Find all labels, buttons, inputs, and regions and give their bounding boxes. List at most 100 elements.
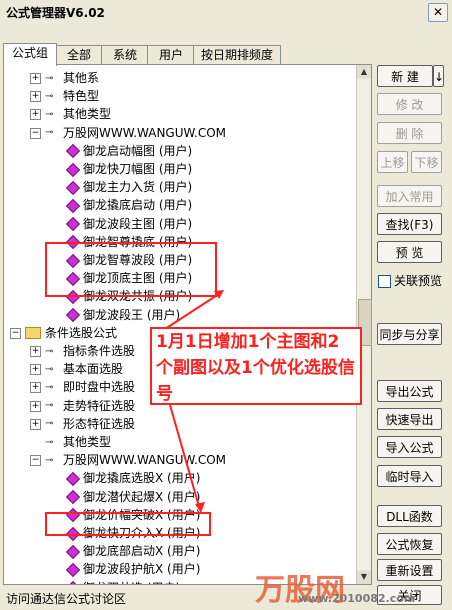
tree-formula-item[interactable]: 御龙双共选 (用户) [65,579,180,584]
tree-formula-item[interactable]: 御龙启动幅图 (用户) [65,142,192,160]
expand-icon[interactable]: + [30,73,41,84]
import-formula-button[interactable]: 导入公式 [377,436,442,458]
collapse-icon[interactable]: − [30,455,41,467]
expand-icon[interactable]: + [30,364,41,376]
tree-category[interactable]: + ⊸ 其他系 [30,69,99,87]
edit-button[interactable]: 修 改 [377,93,442,115]
linked-preview-label: 关联预览 [394,274,443,288]
scroll-up-icon[interactable]: ▲ [357,65,371,79]
tab-system[interactable]: 系统 [101,45,149,65]
folder-icon [25,327,41,340]
temp-import-button[interactable]: 临时导入 [377,465,442,487]
tree-category[interactable]: + ⊸ 特色型 [30,87,99,105]
expand-icon[interactable]: + [30,91,41,103]
category-key-icon: ⊸ [45,418,54,430]
forum-link[interactable]: 访问通达信公式讨论区 [6,590,126,607]
tree-scrollbar[interactable]: ▲ ▼ [356,65,372,584]
formula-icon [65,562,81,577]
sync-share-button[interactable]: 同步与分享 [377,323,442,345]
tree-node-label: 御龙波段主图 (用户) [83,216,193,231]
tree-node-label: 其他类型 [63,107,112,122]
tree-category[interactable]: + ⊸ 走势特征选股 [30,397,135,415]
tree-formula-item[interactable]: 御龙潜伏起爆X (用户) [65,488,200,506]
window-title: 公式管理器V6.02 [6,6,105,20]
tree-node-label: 特色型 [63,89,100,104]
tree-node-label: 万股网WWW.WANGUW.COM [63,125,226,140]
expand-icon[interactable]: + [30,109,41,121]
formula-icon [65,581,81,584]
tree-formula-item[interactable]: 御龙波段护航X (用户) [65,560,200,578]
delete-button[interactable]: 删 除 [377,122,442,144]
tree-category[interactable]: + ⊸ 即时盘中选股 [30,378,135,396]
category-key-icon: ⊸ [45,454,54,466]
close-icon[interactable]: ✕ [428,3,448,22]
collapse-icon[interactable]: − [30,127,41,139]
new-button[interactable]: 新 建 [377,65,433,87]
tree-node-label: 御龙波段王 (用户) [83,307,181,322]
tree-node-label: 形态特征选股 [63,416,136,431]
category-key-icon: ⊸ [45,400,54,412]
highlight-new-screener [45,512,211,536]
tree-formula-item[interactable]: 御龙撬底选股X (用户) [65,469,201,487]
expand-icon[interactable]: + [30,382,41,394]
dll-function-button[interactable]: DLL函数 [377,505,442,527]
tree-node-label: 御龙主力入货 (用户) [83,180,193,195]
tree-category[interactable]: + ⊸ 其他类型 [30,105,111,123]
tree-node-label: 御龙撬底启动 (用户) [83,198,193,213]
category-key-icon: ⊸ [45,436,54,448]
expand-icon[interactable]: + [30,400,41,412]
scroll-down-icon[interactable]: ▼ [357,570,371,584]
tree-category[interactable]: + ⊸ 基本面选股 [30,360,123,378]
tree-formula-item[interactable]: 御龙底部启动X (用户) [65,542,200,560]
tree-formula-item[interactable]: 御龙主力入货 (用户) [65,178,193,196]
tree-node-label: 即时盘中选股 [63,380,136,395]
tree-formula-item[interactable]: 御龙波段王 (用户) [65,306,181,324]
close-button[interactable]: 关闭 [377,585,442,605]
expand-icon[interactable]: + [30,418,41,430]
tree-formula-item[interactable]: 御龙波段主图 (用户) [65,215,193,233]
tab-by-date-frequency[interactable]: 按日期排频度 [193,45,281,65]
restore-formula-button[interactable]: 公式恢复 [377,533,442,555]
tree-category[interactable]: + ⊸ 指标条件选股 [30,342,135,360]
tree-category[interactable]: − ⊸ 万股网WWW.WANGUW.COM [30,124,226,142]
formula-icon [65,471,81,486]
linked-preview-checkbox[interactable]: 关联预览 [378,272,442,289]
category-key-icon: ⊸ [45,363,54,375]
formula-tree[interactable]: + ⊸ 其他系 + ⊸ 特色型 + ⊸ 其他类型 − ⊸ 万股网WWW.WANGUW.COM 御龙启动幅… [4,65,356,584]
collapse-icon[interactable]: − [10,327,21,339]
formula-icon [65,162,81,177]
tree-formula-item[interactable]: 御龙撬底启动 (用户) [65,196,193,214]
tree-category[interactable]: − ⊸ 万股网WWW.WANGUW.COM [30,451,226,469]
tab-user[interactable]: 用户 [147,45,195,65]
formula-icon [65,180,81,195]
formula-tree-panel: + ⊸ 其他系 + ⊸ 特色型 + ⊸ 其他类型 − ⊸ 万股网WWW.WANGUW.COM 御龙启动幅… [3,64,372,585]
reset-button[interactable]: 重新设置 [377,559,442,581]
category-key-icon: ⊸ [45,345,54,357]
tree-category[interactable]: ⊸ 其他类型 [30,433,111,451]
tree-category[interactable]: + ⊸ 形态特征选股 [30,415,135,433]
highlight-new-charts [45,242,217,297]
tree-formula-item[interactable]: 御龙快刀幅图 (用户) [65,160,192,178]
new-dropdown-icon[interactable]: ↓ [433,65,444,87]
add-common-button[interactable]: 加入常用 [377,185,442,207]
preview-button[interactable]: 预 览 [377,241,442,263]
export-formula-button[interactable]: 导出公式 [377,380,442,402]
expand-icon[interactable]: + [30,346,41,357]
tree-node-label: 指标条件选股 [63,344,136,358]
move-up-button[interactable]: 上移 [377,151,408,173]
category-key-icon: ⊸ [45,381,54,393]
tree-node-label: 其他系 [63,71,100,85]
tab-all[interactable]: 全部 [55,45,103,65]
tree-folder[interactable]: − 条件选股公式 [10,324,117,342]
category-key-icon: ⊸ [45,127,54,139]
tab-formula-group[interactable]: 公式组 [3,43,57,66]
checkbox-box[interactable] [378,275,391,288]
tree-node-label: 御龙撬底选股X (用户) [83,471,201,486]
move-down-button[interactable]: 下移 [411,151,442,173]
title-bar: 公式管理器V6.02 ✕ [0,0,452,24]
tree-node-label: 基本面选股 [63,362,124,377]
category-key-icon: ⊸ [45,90,54,102]
tree-node-label: 御龙双共选 (用户) [83,581,180,584]
quick-export-button[interactable]: 快速导出 [377,408,442,430]
find-button[interactable]: 查找(F3) [377,213,442,235]
